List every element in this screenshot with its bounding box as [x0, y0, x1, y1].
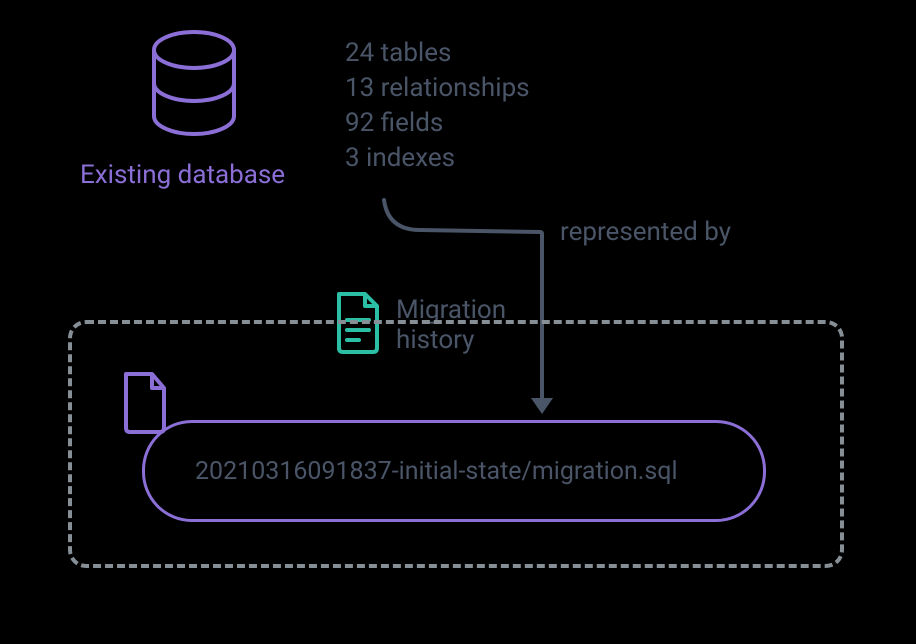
stat-indexes: 3 indexes	[345, 141, 530, 176]
database-icon	[144, 30, 244, 144]
stat-fields: 92 fields	[345, 106, 530, 141]
database-stats: 24 tables 13 relationships 92 fields 3 i…	[345, 36, 530, 176]
stat-tables: 24 tables	[345, 36, 530, 71]
migration-filename: 20210316091837-initial-state/migration.s…	[195, 457, 678, 486]
database-label: Existing database	[80, 160, 285, 190]
stat-relationships: 13 relationships	[345, 71, 530, 106]
connector-label: represented by	[560, 217, 731, 247]
migration-file-entry: 20210316091837-initial-state/migration.s…	[142, 420, 766, 522]
